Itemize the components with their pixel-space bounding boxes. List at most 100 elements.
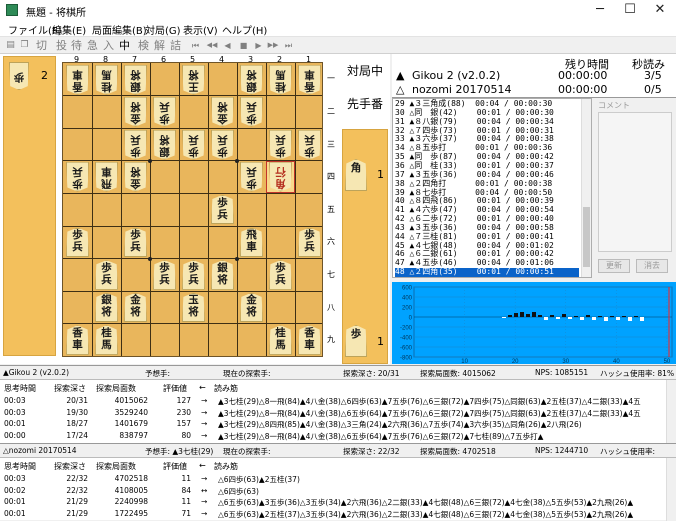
board-piece[interactable]: 飛車 — [240, 227, 263, 258]
comment-textarea[interactable] — [598, 112, 672, 252]
resign-button[interactable]: 投 — [55, 38, 68, 53]
board-piece[interactable]: 歩兵 — [240, 97, 263, 127]
stop-icon[interactable]: ■ — [237, 38, 250, 53]
comment-clear-button[interactable]: 消去 — [636, 259, 668, 273]
back-icon[interactable]: ◀ — [221, 38, 234, 53]
board-piece[interactable]: 銀将 — [124, 65, 147, 95]
comment-update-button[interactable]: 更新 — [598, 259, 630, 273]
board-piece[interactable]: 歩兵 — [269, 130, 292, 160]
stop-button[interactable]: 中 — [118, 38, 131, 53]
pv-row[interactable]: 00:03 19/30 3529240 230 → ▲3七桂(29)△8一飛(84)▲4八… — [0, 407, 664, 418]
board-piece[interactable]: 銀将 — [95, 292, 118, 323]
board-piece[interactable]: 歩兵 — [211, 130, 234, 160]
kifu-scroll-thumb[interactable] — [583, 207, 590, 267]
column-header[interactable]: 思考時間 — [4, 461, 36, 472]
board-piece[interactable]: 王将 — [182, 65, 205, 95]
forward-icon[interactable]: ▶ — [252, 38, 265, 53]
pv-row[interactable]: 00:00 17/24 838797 80 → ▲3七桂(29)△8一飛(84)▲4八金(… — [0, 430, 664, 441]
cut-button[interactable]: 切 — [35, 38, 48, 53]
board-piece[interactable]: 香車 — [66, 325, 89, 355]
engine2-scrollbar[interactable] — [666, 458, 676, 521]
board-piece[interactable]: 桂馬 — [95, 325, 118, 355]
board-piece[interactable]: 銀将 — [153, 130, 176, 160]
close-button[interactable]: ✕ — [646, 0, 674, 20]
hurry-button[interactable]: 急 — [86, 38, 99, 53]
board-piece[interactable]: 桂馬 — [269, 325, 292, 355]
column-header[interactable]: 探索深さ — [54, 383, 86, 394]
pv-row[interactable]: 00:03 22/32 4702518 11 → △6四歩(63)▲2五桂(37) — [0, 473, 664, 484]
menu-game[interactable]: 対局(G) — [145, 22, 181, 37]
menu-position-edit[interactable]: 局面編集(B) — [92, 22, 147, 37]
column-header[interactable]: ← — [199, 461, 206, 470]
forward-ten-icon[interactable]: ▶▶ — [266, 38, 280, 53]
board-piece[interactable]: 歩兵 — [66, 162, 89, 192]
kifu-list[interactable]: 29 ▲３三角成(88) 00:04 / 00:00:30 30 △同 銀(42)… — [392, 98, 592, 278]
menu-view[interactable]: 表示(V) — [183, 22, 218, 37]
board-piece[interactable]: 金将 — [124, 162, 147, 192]
board-piece[interactable]: 銀将 — [240, 65, 263, 95]
board-piece[interactable]: 金将 — [124, 292, 147, 323]
kifu-row[interactable]: 48 △２四角(35) 00:01 / 00:00:51 — [395, 267, 579, 277]
board-piece[interactable]: 歩兵 — [95, 260, 118, 290]
board-piece[interactable]: 歩兵 — [298, 130, 321, 160]
undo-button[interactable]: 待 — [70, 38, 83, 53]
pv-row[interactable]: 00:01 18/27 1401679 157 → ▲3七桂(29)△8四飛(85)▲4八… — [0, 418, 664, 429]
enter-button[interactable]: 入 — [102, 38, 115, 53]
board-piece[interactable]: 歩兵 — [124, 130, 147, 160]
board-piece[interactable]: 金将 — [124, 97, 147, 127]
column-header[interactable]: 評価値 — [163, 461, 187, 472]
menu-edit[interactable]: 編集(E) — [52, 22, 86, 37]
board-piece[interactable]: 金将 — [211, 97, 234, 127]
last-move-icon[interactable]: ⏭ — [282, 38, 295, 53]
floppy-icon[interactable]: ▤ — [4, 38, 17, 53]
board-piece[interactable]: 歩兵 — [211, 194, 234, 225]
board-piece[interactable]: 銀将 — [211, 260, 234, 290]
sente-hand-piece-bishop[interactable]: 角 — [345, 159, 367, 191]
sente-hand-piece-pawn[interactable]: 歩 — [345, 325, 367, 357]
pv-row[interactable]: 00:01 21/29 2240998 11 → △6五歩(63)▲3五歩(36)△3五歩… — [0, 496, 664, 507]
board-piece[interactable]: 角行 — [269, 162, 292, 192]
board-piece[interactable]: 歩兵 — [153, 97, 176, 127]
column-header[interactable]: 思考時間 — [4, 383, 36, 394]
board-piece[interactable]: 歩兵 — [269, 260, 292, 290]
board-piece[interactable]: 桂馬 — [269, 65, 292, 95]
gote-hand-piece[interactable]: 歩 — [9, 62, 29, 90]
minimize-button[interactable]: ─ — [586, 0, 614, 20]
copy-icon[interactable]: ❐ — [18, 38, 31, 53]
kifu-scrollbar[interactable] — [581, 99, 591, 277]
back-ten-icon[interactable]: ◀◀ — [205, 38, 219, 53]
maximize-button[interactable]: ☐ — [616, 0, 644, 20]
column-header[interactable]: 探索深さ — [54, 461, 86, 472]
solve-button[interactable]: 解 — [153, 38, 166, 53]
first-move-icon[interactable]: ⏮ — [189, 38, 202, 53]
board-piece[interactable]: 金将 — [240, 292, 263, 323]
board-piece[interactable]: 歩兵 — [240, 162, 263, 192]
board-piece[interactable]: 香車 — [66, 65, 89, 95]
board-piece[interactable]: 玉将 — [182, 292, 205, 323]
board-piece[interactable]: 歩兵 — [124, 227, 147, 258]
column-header[interactable]: 読み筋 — [214, 383, 238, 394]
menu-help[interactable]: ヘルプ(H) — [222, 22, 267, 37]
board-piece[interactable]: 桂馬 — [95, 65, 118, 95]
board-piece[interactable]: 歩兵 — [153, 260, 176, 290]
board-piece[interactable]: 歩兵 — [182, 130, 205, 160]
pv-row[interactable]: 00:02 22/32 4108005 84 ↔ △6四歩(63) — [0, 485, 664, 496]
analyze-button[interactable]: 検 — [137, 38, 150, 53]
board-piece[interactable]: 歩兵 — [66, 227, 89, 258]
column-header[interactable]: 探索局面数 — [96, 383, 136, 394]
rank-label: 二 — [327, 106, 335, 116]
board-piece[interactable]: 歩兵 — [182, 260, 205, 290]
pv-cell: 4702518 — [114, 474, 148, 483]
board-piece[interactable]: 飛車 — [95, 162, 118, 192]
column-header[interactable]: 探索局面数 — [96, 461, 136, 472]
engine1-scrollbar[interactable] — [666, 380, 676, 444]
column-header[interactable]: 評価値 — [163, 383, 187, 394]
column-header[interactable]: ← — [199, 383, 206, 392]
board-piece[interactable]: 香車 — [298, 65, 321, 95]
mate-button[interactable]: 詰 — [169, 38, 182, 53]
board-piece[interactable]: 香車 — [298, 325, 321, 355]
board-piece[interactable]: 歩兵 — [298, 227, 321, 258]
column-header[interactable]: 読み筋 — [214, 461, 238, 472]
pv-row[interactable]: 00:03 20/31 4015062 127 → ▲3七桂(29)△8一飛(84)▲4八… — [0, 395, 664, 406]
pv-row[interactable]: 00:01 21/29 1722495 71 → △6五歩(63)▲2五桂(37)△3五歩… — [0, 508, 664, 519]
